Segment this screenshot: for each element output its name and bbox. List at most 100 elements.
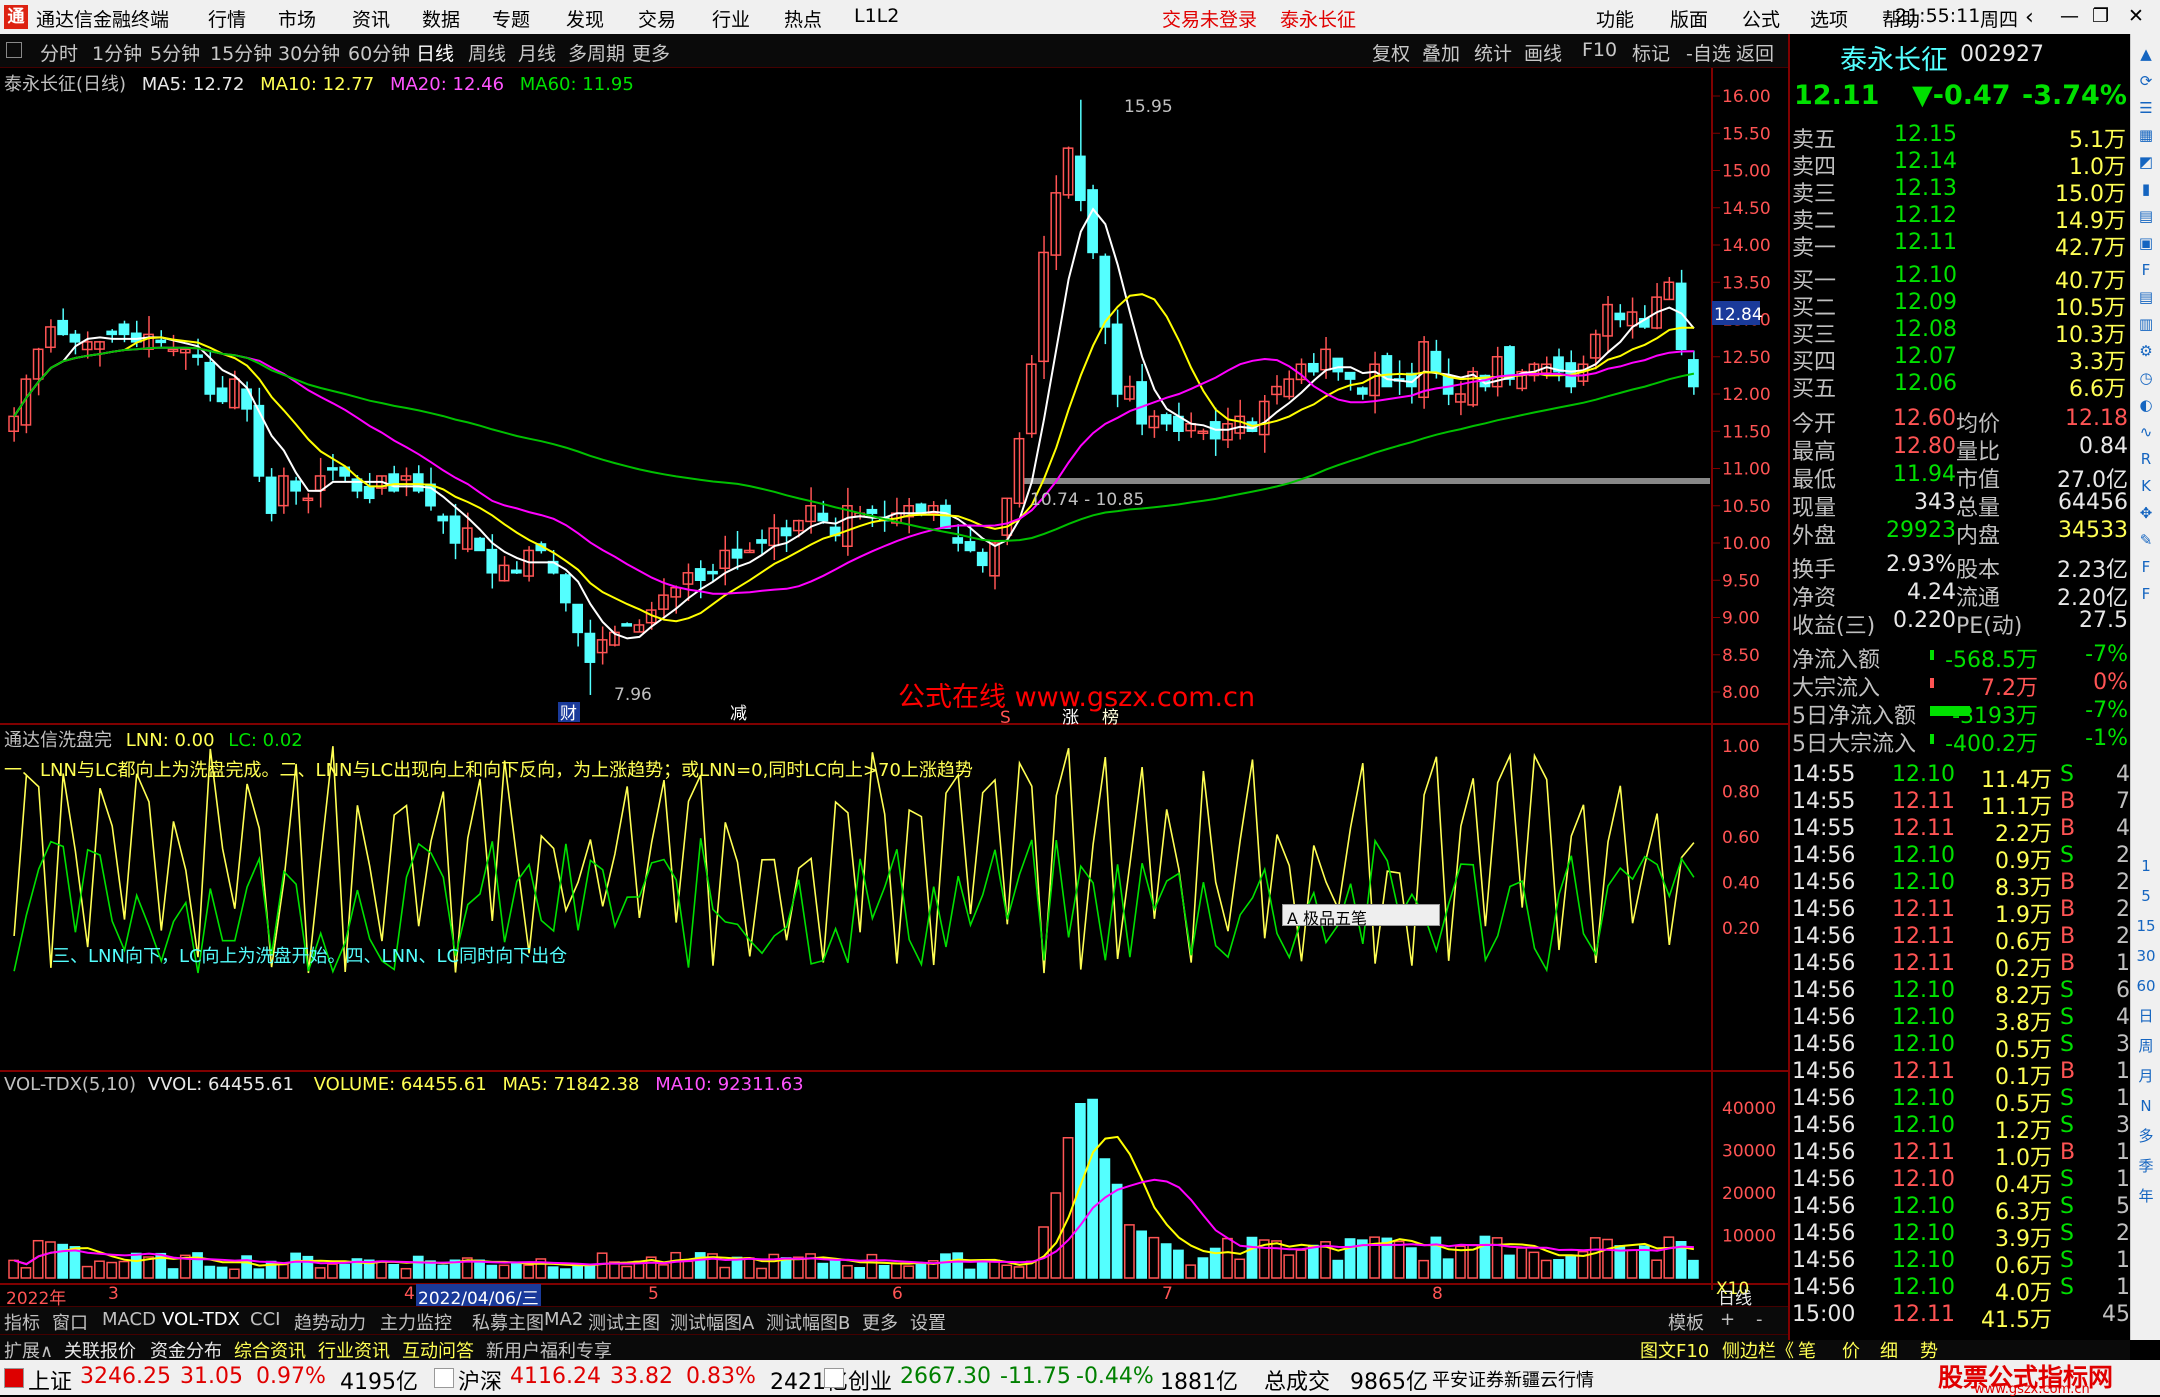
period-2[interactable]: 5分钟	[150, 39, 200, 66]
volume-bar	[719, 1266, 731, 1279]
sb-label-7[interactable]: 月	[2134, 1064, 2158, 1088]
menu-5[interactable]: 发现	[566, 5, 604, 32]
tab-7[interactable]: 私募主图	[472, 1309, 544, 1335]
action-0[interactable]: 复权	[1372, 39, 1410, 66]
period-9[interactable]: 多周期	[568, 39, 625, 66]
action-1[interactable]: 叠加	[1422, 39, 1460, 66]
menu-0[interactable]: 行情	[208, 5, 246, 32]
sb-label-2[interactable]: 15	[2134, 914, 2158, 938]
tab-0[interactable]: 指标	[4, 1309, 40, 1335]
tab-right-1[interactable]: +	[1720, 1309, 1735, 1330]
period-1[interactable]: 1分钟	[92, 39, 142, 66]
sb-move-icon[interactable]: ✥	[2134, 501, 2158, 525]
sb-globe-icon[interactable]: ◐	[2134, 393, 2158, 417]
right-menu-1[interactable]: 版面	[1670, 5, 1708, 32]
period-6[interactable]: 日线	[416, 39, 454, 66]
right-menu-0[interactable]: 功能	[1596, 5, 1634, 32]
period-4[interactable]: 30分钟	[278, 39, 340, 66]
action-7[interactable]: 返回	[1736, 39, 1774, 66]
sb-label-1[interactable]: 5	[2134, 884, 2158, 908]
action-5[interactable]: 标记	[1632, 39, 1670, 66]
login-status[interactable]: 交易未登录	[1162, 5, 1257, 32]
sb-fund-icon[interactable]: ▥	[2134, 312, 2158, 336]
menu-9[interactable]: L1L2	[854, 5, 899, 27]
tab-4[interactable]: CCI	[250, 1309, 280, 1330]
sb-f10-icon[interactable]: F	[2134, 258, 2158, 282]
sb-news-icon[interactable]: ▣	[2134, 231, 2158, 255]
right-menu-2[interactable]: 公式	[1742, 5, 1780, 32]
sb-gear-icon[interactable]: ⚙	[2134, 339, 2158, 363]
volume-bar	[1307, 1244, 1319, 1279]
right-menu-4[interactable]: 帮助	[1882, 5, 1920, 32]
sb-label-4[interactable]: 60	[2134, 974, 2158, 998]
tab-8[interactable]: MA2	[544, 1309, 583, 1330]
action-4[interactable]: F10	[1582, 39, 1617, 61]
sb-doc2-icon[interactable]: ▤	[2134, 285, 2158, 309]
period-3[interactable]: 15分钟	[210, 39, 272, 66]
sb-rsi-icon[interactable]: R	[2134, 447, 2158, 471]
sb-f2-icon[interactable]: F	[2134, 582, 2158, 606]
minimize-icon[interactable]: —	[2060, 5, 2079, 27]
sb-list-icon[interactable]: ☰	[2134, 96, 2158, 120]
close-icon[interactable]: ✕	[2128, 5, 2144, 27]
sb-grid-icon[interactable]: ▦	[2134, 123, 2158, 147]
menu-1[interactable]: 市场	[278, 5, 316, 32]
sb-chart-icon[interactable]: ◩	[2134, 150, 2158, 174]
menu-4[interactable]: 专题	[492, 5, 530, 32]
ma10-label: MA10: 12.77	[260, 74, 375, 95]
right-menu-3[interactable]: 选项	[1810, 5, 1848, 32]
tab-13[interactable]: 设置	[910, 1309, 946, 1335]
tab-9[interactable]: 测试主图	[588, 1309, 660, 1335]
period-10[interactable]: 更多	[632, 39, 670, 66]
sb-line-icon[interactable]: ∿	[2134, 420, 2158, 444]
toggle-icon[interactable]	[6, 42, 22, 58]
sb-label-3[interactable]: 30	[2134, 944, 2158, 968]
sb-clock-icon[interactable]: ◷	[2134, 366, 2158, 390]
tab-right-0[interactable]: 模板	[1668, 1309, 1704, 1335]
sb-bar-icon[interactable]: ▮	[2134, 177, 2158, 201]
chart-area[interactable]: 16.0015.5015.0014.5014.0013.5013.0012.50…	[0, 68, 1788, 1306]
volume-bar	[903, 1265, 915, 1279]
tab-6[interactable]: 主力监控	[380, 1309, 452, 1335]
sb-up-icon[interactable]: ▲	[2134, 42, 2158, 66]
action-2[interactable]: 统计	[1474, 39, 1512, 66]
tab-12[interactable]: 更多	[862, 1309, 898, 1335]
period-0[interactable]: 分时	[40, 39, 78, 66]
sb-label-0[interactable]: 1	[2134, 854, 2158, 878]
menu-6[interactable]: 交易	[638, 5, 676, 32]
tab-5[interactable]: 趋势动力	[294, 1309, 366, 1335]
restore-icon[interactable]: ❐	[2092, 5, 2109, 27]
tab-2[interactable]: MACD	[102, 1309, 156, 1330]
tab-11[interactable]: 测试幅图B	[766, 1309, 850, 1335]
sb-pen-icon[interactable]: ✎	[2134, 528, 2158, 552]
sb-label-6[interactable]: 周	[2134, 1034, 2158, 1058]
menu-2[interactable]: 资讯	[352, 5, 390, 32]
menu-8[interactable]: 热点	[784, 5, 822, 32]
action-6[interactable]: -自选	[1686, 39, 1731, 66]
sb-label-8[interactable]: N	[2134, 1094, 2158, 1118]
sb-doc-icon[interactable]: ▤	[2134, 204, 2158, 228]
index-name-0[interactable]: 上证	[28, 1364, 72, 1396]
period-8[interactable]: 月线	[518, 39, 556, 66]
sb-label-5[interactable]: 日	[2134, 1004, 2158, 1028]
sb-fs-icon[interactable]: F	[2134, 555, 2158, 579]
period-7[interactable]: 周线	[468, 39, 506, 66]
sb-refresh-icon[interactable]: ⟳	[2134, 69, 2158, 93]
menu-3[interactable]: 数据	[422, 5, 460, 32]
index-name-2[interactable]: 创业	[848, 1364, 892, 1396]
action-3[interactable]: 画线	[1524, 39, 1562, 66]
ime-bar[interactable]: A 极品五笔	[1282, 904, 1440, 928]
index-name-1[interactable]: 沪深	[458, 1364, 502, 1396]
tab-10[interactable]: 测试幅图A	[670, 1309, 754, 1335]
back-icon[interactable]: ‹	[2025, 5, 2034, 30]
sb-label-10[interactable]: 季	[2134, 1154, 2158, 1178]
sb-label-9[interactable]: 多	[2134, 1124, 2158, 1148]
tab-3[interactable]: VOL-TDX	[162, 1309, 240, 1330]
tab-1[interactable]: 窗口	[52, 1309, 88, 1335]
menu-7[interactable]: 行业	[712, 5, 750, 32]
sb-label-11[interactable]: 年	[2134, 1184, 2158, 1208]
sb-k-icon[interactable]: K	[2134, 474, 2158, 498]
period-5[interactable]: 60分钟	[348, 39, 410, 66]
tab-right-2[interactable]: -	[1756, 1309, 1763, 1330]
lnn-label: LNN: 0.00	[125, 730, 215, 751]
